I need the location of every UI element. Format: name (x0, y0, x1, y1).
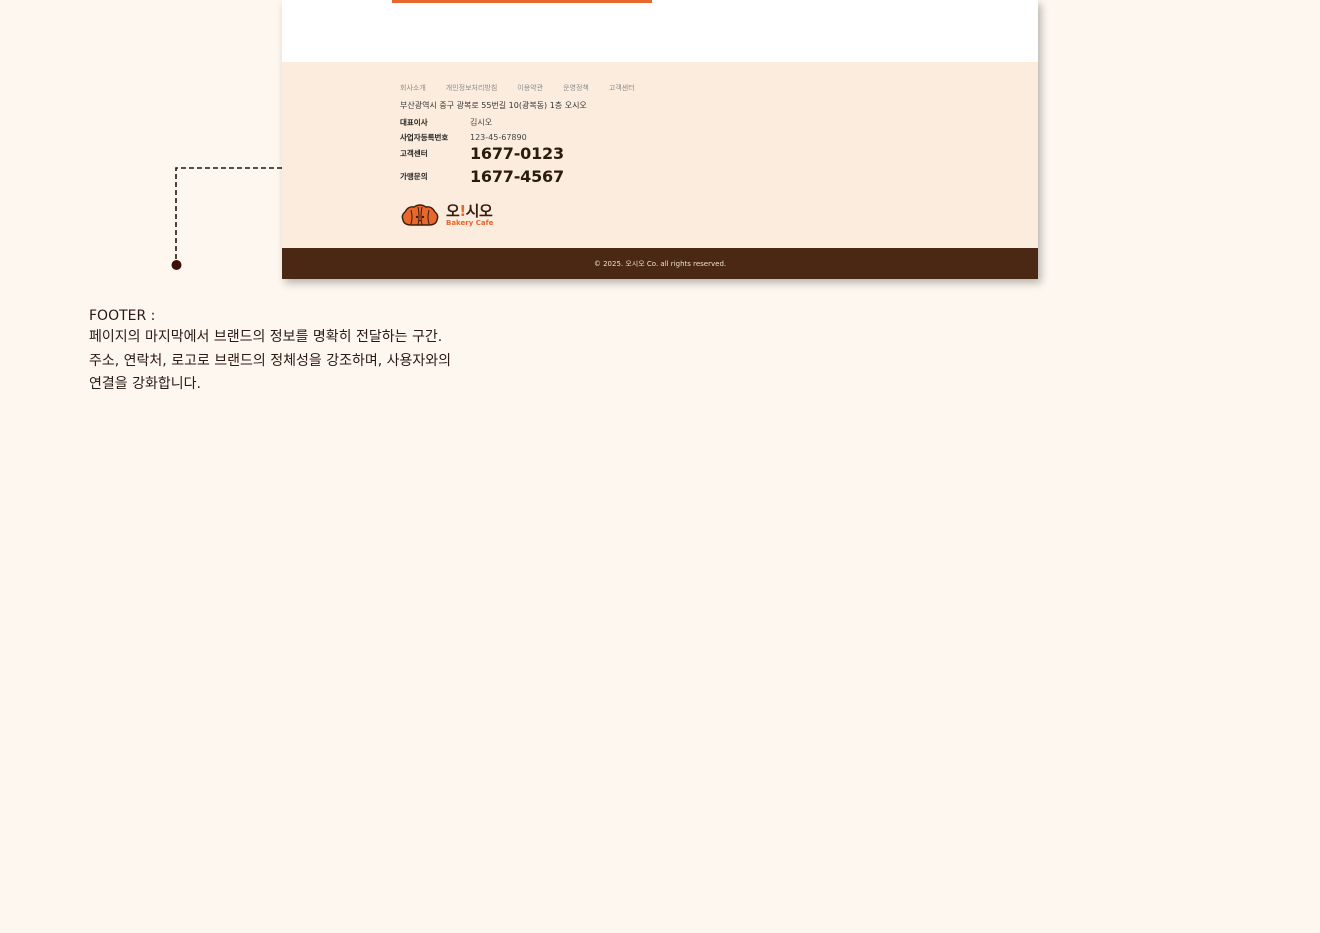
connector-dot (171, 260, 182, 270)
footer-logo[interactable]: 오!시오 Bakery Cafe (400, 203, 493, 227)
logo-subtitle: Bakery Cafe (446, 218, 494, 227)
footer-link-support[interactable]: 고객센터 (609, 83, 635, 93)
accent-bar (392, 0, 652, 3)
annotation-title: FOOTER : (89, 308, 156, 324)
copyright-bar: © 2025. 오시오 Co. all rights reserved. (282, 248, 1038, 279)
info-row-business-number: 사업자등록번호 123-45-67890 (400, 132, 527, 143)
footer-nav: 회사소개 개인정보처리방침 이용약관 운영정책 고객센터 (400, 83, 635, 93)
copyright-text: © 2025. 오시오 Co. all rights reserved. (593, 259, 727, 268)
ceo-value: 김시오 (470, 118, 493, 127)
customer-center-phone[interactable]: 1677-0123 (470, 144, 564, 163)
business-number-label: 사업자등록번호 (400, 133, 449, 142)
info-row-franchise: 가맹문의 1677-4567 (400, 167, 564, 186)
logo-text: 오!시오 Bakery Cafe (446, 201, 494, 227)
franchise-label: 가맹문의 (400, 172, 428, 181)
footer-link-terms[interactable]: 이용약관 (517, 83, 543, 93)
website-mockup: 회사소개 개인정보처리방침 이용약관 운영정책 고객센터 부산광역시 중구 광복… (282, 0, 1038, 279)
info-row-ceo: 대표이사 김시오 (400, 117, 492, 128)
annotation-line-1: 페이지의 마지막에서 브랜드의 정보를 명확히 전달하는 구간. (89, 329, 443, 345)
annotation-connector-line (171, 167, 282, 270)
customer-center-label: 고객센터 (400, 149, 428, 158)
footer-address: 부산광역시 중구 광복로 55번길 10(광복동) 1층 오시오 (400, 101, 587, 110)
footer-link-policy[interactable]: 운영정책 (563, 83, 589, 93)
footer-link-company[interactable]: 회사소개 (400, 83, 426, 93)
croissant-icon (401, 204, 439, 226)
annotation-line-3: 연결을 강화합니다. (89, 376, 201, 392)
business-number-value: 123-45-67890 (470, 133, 527, 142)
info-row-customer-center: 고객센터 1677-0123 (400, 144, 564, 163)
annotation-description: FOOTER : 페이지의 마지막에서 브랜드의 정보를 명확히 전달하는 구간… (89, 306, 509, 397)
ceo-label: 대표이사 (400, 118, 428, 127)
annotation-line-2: 주소, 연락처, 로고로 브랜드의 정체성을 강조하며, 사용자와의 (89, 352, 452, 369)
footer-section: 회사소개 개인정보처리방침 이용약관 운영정책 고객센터 부산광역시 중구 광복… (282, 62, 1038, 248)
footer-link-privacy[interactable]: 개인정보처리방침 (446, 83, 498, 93)
franchise-phone[interactable]: 1677-4567 (470, 167, 564, 186)
logo-name: 오!시오 (446, 201, 493, 220)
